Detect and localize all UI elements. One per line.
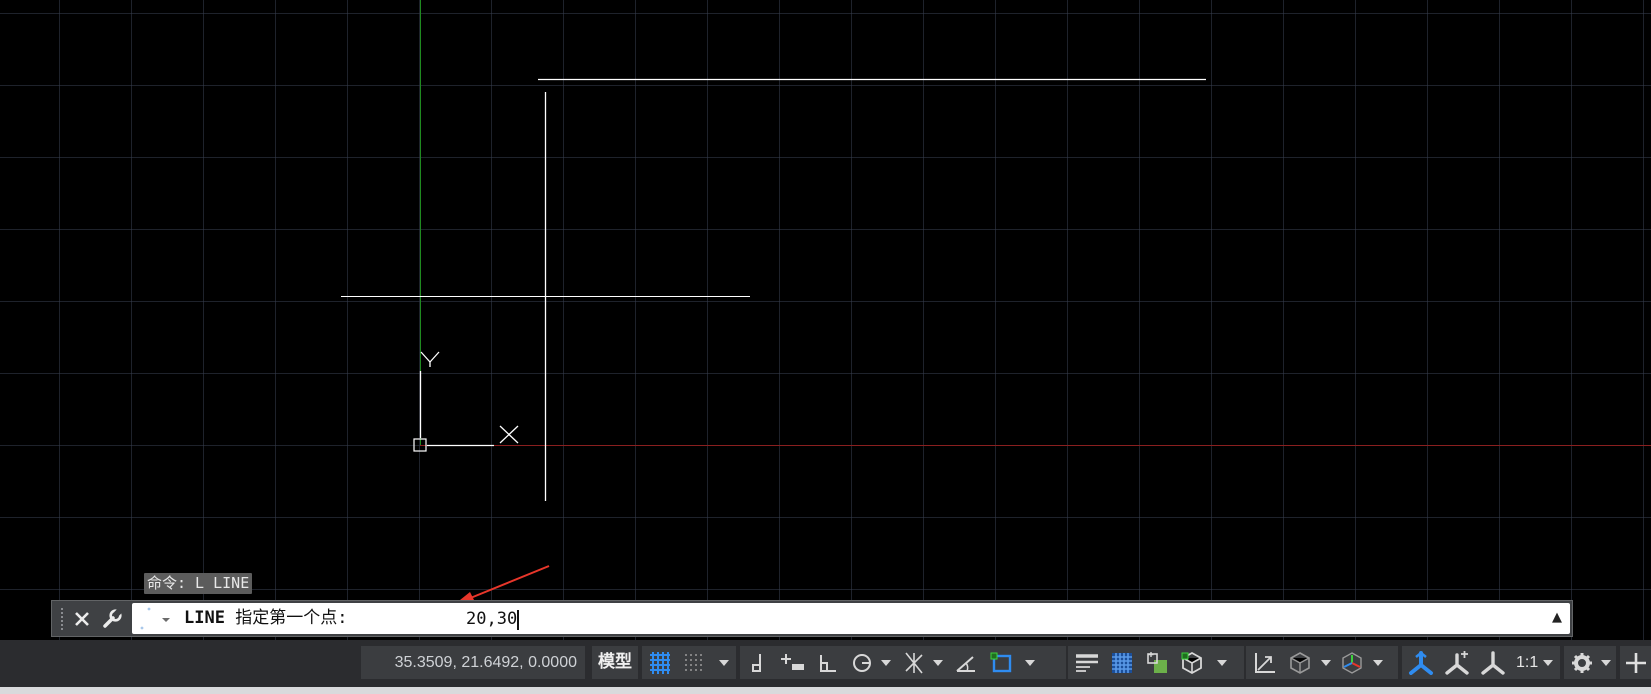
- selection-filter-icon[interactable]: [1284, 646, 1316, 679]
- object-snap-tracking-icon[interactable]: [950, 646, 982, 679]
- annotation-visibility-icon[interactable]: [1404, 646, 1436, 679]
- autoscale-icon[interactable]: [1440, 646, 1472, 679]
- wrench-icon[interactable]: [99, 605, 125, 633]
- coordinate-readout[interactable]: 35.3509, 21.6492, 0.0000: [361, 646, 585, 679]
- command-prompt: LINE 指定第一个点:: [184, 603, 347, 634]
- polar-dropdown[interactable]: [878, 646, 894, 679]
- selection-filter-dropdown[interactable]: [1318, 646, 1334, 679]
- infer-constraints-icon[interactable]: [742, 646, 774, 679]
- drawing-canvas[interactable]: [0, 0, 1651, 640]
- status-group-annotation: 1:1: [1402, 646, 1560, 679]
- snap-dropdown[interactable]: [716, 646, 732, 679]
- status-group-display: [1068, 646, 1244, 679]
- gizmo-icon[interactable]: [1336, 646, 1368, 679]
- lineweight-icon[interactable]: [1070, 646, 1102, 679]
- command-history-line: 命令: L LINE: [144, 573, 253, 594]
- status-group-customize: [1620, 646, 1651, 679]
- object-snap-dropdown[interactable]: [1022, 646, 1038, 679]
- status-group-osnap: [740, 646, 1066, 679]
- command-input-field[interactable]: LINE 指定第一个点: ▲: [132, 603, 1570, 634]
- workspace-gear-icon[interactable]: [1566, 646, 1598, 679]
- status-bar: 35.3509, 21.6492, 0.0000 模型 1:1: [0, 640, 1651, 694]
- snap-icon[interactable]: [678, 646, 710, 679]
- grid-icon[interactable]: [644, 646, 676, 679]
- close-icon[interactable]: [69, 605, 95, 633]
- dynamic-ucs-icon[interactable]: [1248, 646, 1280, 679]
- scroll-up-icon[interactable]: ▲: [1550, 609, 1564, 627]
- window-bottom-edge: [0, 687, 1651, 694]
- polar-icon[interactable]: [846, 646, 878, 679]
- text-caret: [517, 610, 519, 630]
- ucs-icon: [413, 351, 519, 452]
- recent-commands-icon[interactable]: [138, 606, 174, 631]
- prompt-text: 指定第一个点:: [235, 608, 348, 628]
- prompt-command: LINE: [184, 608, 225, 628]
- model-space-button[interactable]: 模型: [592, 646, 638, 679]
- annotation-scale-value[interactable]: 1:1: [1516, 646, 1538, 679]
- isodraft-dropdown[interactable]: [930, 646, 946, 679]
- status-group-3d: [1246, 646, 1398, 679]
- command-line-bar: LINE 指定第一个点: ▲: [51, 600, 1573, 637]
- transparency-icon[interactable]: [1106, 646, 1138, 679]
- workspace-dropdown[interactable]: [1598, 646, 1614, 679]
- object-snap-icon[interactable]: [986, 646, 1018, 679]
- customize-plus-icon[interactable]: [1620, 646, 1651, 679]
- 3d-osnap-icon[interactable]: [1176, 646, 1208, 679]
- gizmo-dropdown[interactable]: [1370, 646, 1386, 679]
- ortho-icon[interactable]: [812, 646, 844, 679]
- command-input[interactable]: [466, 606, 966, 631]
- isodraft-icon[interactable]: [898, 646, 930, 679]
- drawing-svg: [341, 0, 1651, 608]
- annotation-scale-icon[interactable]: [1476, 646, 1508, 679]
- selection-cycling-icon[interactable]: [1142, 646, 1174, 679]
- dynamic-input-icon[interactable]: [776, 646, 808, 679]
- status-group-drafting: [642, 646, 736, 679]
- status-group-workspace: [1564, 646, 1616, 679]
- annotation-scale-dropdown[interactable]: [1540, 646, 1556, 679]
- drag-grip[interactable]: [61, 608, 65, 630]
- 3d-osnap-dropdown[interactable]: [1214, 646, 1230, 679]
